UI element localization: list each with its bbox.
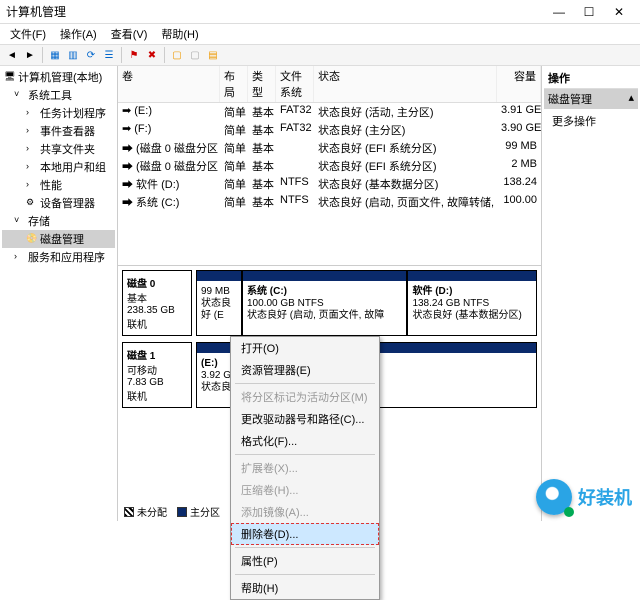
tree-services[interactable]: ›服务和应用程序 bbox=[2, 248, 115, 266]
col-layout[interactable]: 布局 bbox=[220, 66, 248, 102]
ctx-explorer[interactable]: 资源管理器(E) bbox=[231, 359, 379, 381]
ctx-help[interactable]: 帮助(H) bbox=[231, 577, 379, 599]
users-icon: › bbox=[26, 161, 38, 173]
tree-storage[interactable]: ˅存储 bbox=[2, 212, 115, 230]
perf-icon: › bbox=[26, 179, 38, 191]
ctx-sep bbox=[235, 574, 375, 575]
volume-row[interactable]: ➡ 软件 (D:)简单基本NTFS状态良好 (基本数据分区)138.24 bbox=[118, 175, 541, 193]
doc-icon[interactable]: ▢ bbox=[169, 47, 185, 63]
disk0-part2[interactable]: 系统 (C:)100.00 GB NTFS状态良好 (启动, 页面文件, 故障 bbox=[242, 270, 407, 336]
collapse-icon: ▴ bbox=[628, 91, 634, 107]
titlebar: 计算机管理 — ☐ ✕ bbox=[0, 0, 640, 24]
toolbar-separator bbox=[121, 47, 122, 63]
expand-icon: › bbox=[14, 251, 26, 263]
disk0-label[interactable]: 磁盘 0 基本 238.35 GB 联机 bbox=[122, 270, 192, 336]
toolbar-separator bbox=[164, 47, 165, 63]
volume-row[interactable]: ➡ (F:)简单基本FAT32状态良好 (主分区)3.90 GE bbox=[118, 121, 541, 139]
disk0-part1[interactable]: 99 MB状态良好 (E bbox=[196, 270, 242, 336]
forward-icon[interactable]: ► bbox=[22, 47, 38, 63]
actions-header: 操作 bbox=[544, 68, 638, 89]
ctx-extend: 扩展卷(X)... bbox=[231, 457, 379, 479]
volume-list: 卷 布局 类型 文件系统 状态 容量 ➡ (E:)简单基本FAT32状态良好 (… bbox=[118, 66, 541, 266]
toolbar: ◄ ► ▦ ▥ ⟳ ☰ ⚑ ✖ ▢ ▢ ▤ bbox=[0, 44, 640, 66]
disk1-label[interactable]: 磁盘 1 可移动 7.83 GB 联机 bbox=[122, 342, 192, 408]
volume-row[interactable]: ➡ (磁盘 0 磁盘分区 1)简单基本状态良好 (EFI 系统分区)99 MB bbox=[118, 139, 541, 157]
toolbar-separator bbox=[42, 47, 43, 63]
back-icon[interactable]: ◄ bbox=[4, 47, 20, 63]
flag-icon[interactable]: ⚑ bbox=[126, 47, 142, 63]
expand-icon: ˅ bbox=[14, 215, 26, 227]
maximize-button[interactable]: ☐ bbox=[574, 2, 604, 22]
clock-icon: › bbox=[26, 107, 38, 119]
watermark-icon bbox=[536, 479, 572, 515]
tree-eventviewer[interactable]: ›事件查看器 bbox=[2, 122, 115, 140]
view-icon[interactable]: ▦ bbox=[47, 47, 63, 63]
tree-sharedfolders[interactable]: ›共享文件夹 bbox=[2, 140, 115, 158]
refresh-icon[interactable]: ⟳ bbox=[83, 47, 99, 63]
ctx-sep bbox=[235, 454, 375, 455]
tree-root[interactable]: 🖥计算机管理(本地) bbox=[2, 68, 115, 86]
watermark: 好装机 bbox=[536, 479, 632, 515]
tree-systools[interactable]: ˅系统工具 bbox=[2, 86, 115, 104]
tree-diskmgmt[interactable]: 📀磁盘管理 bbox=[2, 230, 115, 248]
volume-row[interactable]: ➡ (磁盘 0 磁盘分区 3)简单基本状态良好 (EFI 系统分区)2 MB bbox=[118, 157, 541, 175]
delete-icon[interactable]: ✖ bbox=[144, 47, 160, 63]
disk-row-0: 磁盘 0 基本 238.35 GB 联机 99 MB状态良好 (E 系统 (C:… bbox=[122, 270, 537, 336]
swatch-primary bbox=[177, 507, 187, 517]
ctx-change-letter[interactable]: 更改驱动器号和路径(C)... bbox=[231, 408, 379, 430]
volume-row[interactable]: ➡ 系统 (C:)简单基本NTFS状态良好 (启动, 页面文件, 故障转储, 基… bbox=[118, 193, 541, 211]
menu-action[interactable]: 操作(A) bbox=[54, 24, 103, 44]
context-menu: 打开(O) 资源管理器(E) 将分区标记为活动分区(M) 更改驱动器号和路径(C… bbox=[230, 336, 380, 600]
event-icon: › bbox=[26, 125, 38, 137]
folder-icon: › bbox=[26, 143, 38, 155]
view2-icon[interactable]: ▥ bbox=[65, 47, 81, 63]
minimize-button[interactable]: — bbox=[544, 2, 574, 22]
computer-icon: 🖥 bbox=[4, 71, 16, 83]
tree-performance[interactable]: ›性能 bbox=[2, 176, 115, 194]
menu-file[interactable]: 文件(F) bbox=[4, 24, 52, 44]
tree-taskscheduler[interactable]: ›任务计划程序 bbox=[2, 104, 115, 122]
expand-icon: ˅ bbox=[14, 89, 26, 101]
device-icon: ⚙ bbox=[26, 197, 38, 209]
window-title: 计算机管理 bbox=[6, 3, 544, 20]
menubar: 文件(F) 操作(A) 查看(V) 帮助(H) bbox=[0, 24, 640, 44]
tree-pane: 🖥计算机管理(本地) ˅系统工具 ›任务计划程序 ›事件查看器 ›共享文件夹 ›… bbox=[0, 66, 118, 521]
ctx-format[interactable]: 格式化(F)... bbox=[231, 430, 379, 452]
disk-icon: 📀 bbox=[26, 233, 38, 245]
ctx-sep bbox=[235, 547, 375, 548]
watermark-text: 好装机 bbox=[578, 484, 632, 510]
menu-help[interactable]: 帮助(H) bbox=[155, 24, 204, 44]
ctx-shrink: 压缩卷(H)... bbox=[231, 479, 379, 501]
close-button[interactable]: ✕ bbox=[604, 2, 634, 22]
tree-localusers[interactable]: ›本地用户和组 bbox=[2, 158, 115, 176]
actions-more[interactable]: 更多操作 bbox=[544, 109, 638, 133]
actions-diskmgmt[interactable]: 磁盘管理▴ bbox=[544, 89, 638, 109]
ctx-sep bbox=[235, 383, 375, 384]
volume-row[interactable]: ➡ (E:)简单基本FAT32状态良好 (活动, 主分区)3.91 GE bbox=[118, 103, 541, 121]
ctx-properties[interactable]: 属性(P) bbox=[231, 550, 379, 572]
doc2-icon[interactable]: ▢ bbox=[187, 47, 203, 63]
col-status[interactable]: 状态 bbox=[314, 66, 497, 102]
window-controls: — ☐ ✕ bbox=[544, 2, 634, 22]
swatch-unalloc bbox=[124, 507, 134, 517]
doc3-icon[interactable]: ▤ bbox=[205, 47, 221, 63]
col-volume[interactable]: 卷 bbox=[118, 66, 220, 102]
ctx-delete-volume[interactable]: 删除卷(D)... bbox=[231, 523, 379, 545]
tree-devicemgr[interactable]: ⚙设备管理器 bbox=[2, 194, 115, 212]
col-fs[interactable]: 文件系统 bbox=[276, 66, 314, 102]
volume-header: 卷 布局 类型 文件系统 状态 容量 bbox=[118, 66, 541, 103]
col-capacity[interactable]: 容量 bbox=[497, 66, 541, 102]
legend: 未分配 主分区 bbox=[124, 504, 220, 519]
ctx-mirror: 添加镜像(A)... bbox=[231, 501, 379, 523]
ctx-mark-active: 将分区标记为活动分区(M) bbox=[231, 386, 379, 408]
ctx-open[interactable]: 打开(O) bbox=[231, 337, 379, 359]
disk0-part3[interactable]: 软件 (D:)138.24 GB NTFS状态良好 (基本数据分区) bbox=[407, 270, 537, 336]
col-type[interactable]: 类型 bbox=[248, 66, 276, 102]
menu-view[interactable]: 查看(V) bbox=[105, 24, 154, 44]
prop-icon[interactable]: ☰ bbox=[101, 47, 117, 63]
actions-pane: 操作 磁盘管理▴ 更多操作 bbox=[542, 66, 640, 521]
